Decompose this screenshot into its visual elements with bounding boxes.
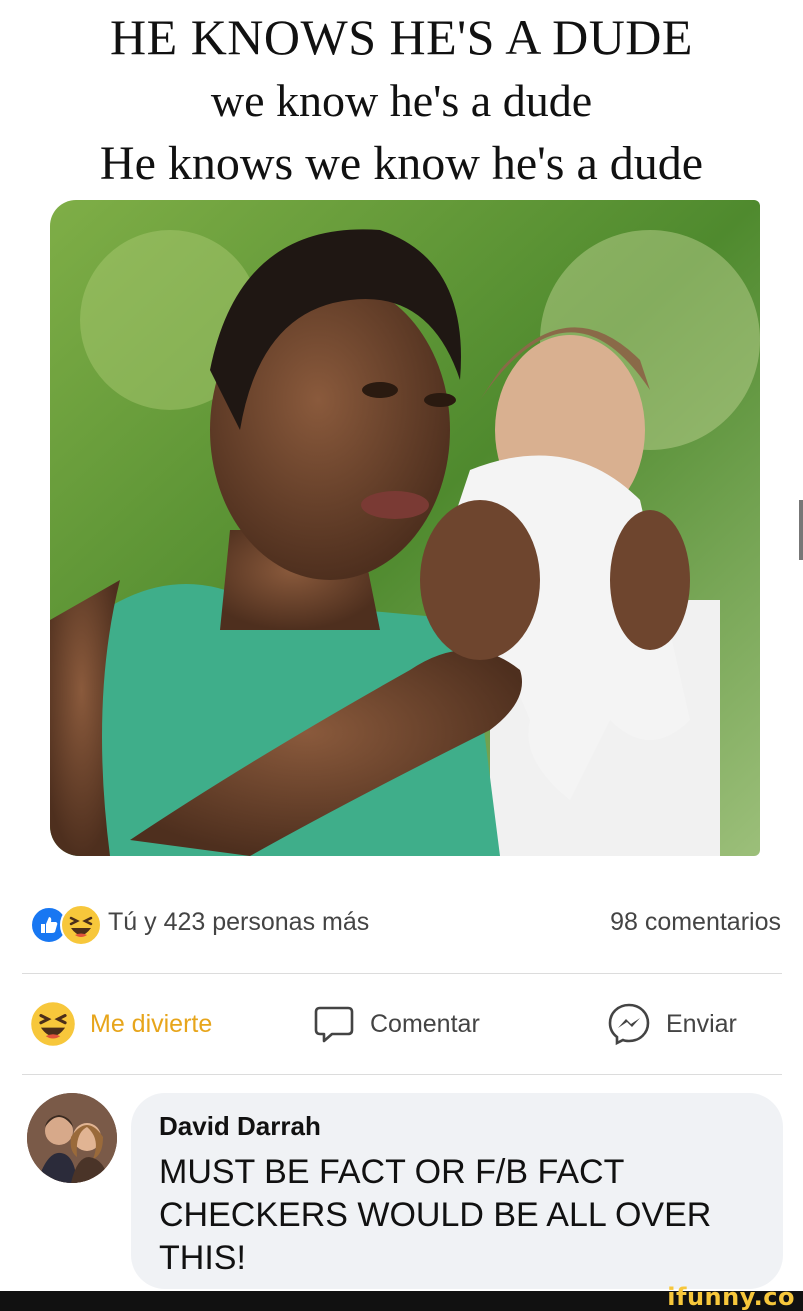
- avatar[interactable]: [27, 1093, 117, 1183]
- haha-reaction-label: Me divierte: [90, 1009, 213, 1038]
- meme-image[interactable]: HE KNOWS HE'S A DUDE we know he's a dude…: [0, 0, 803, 876]
- reactions-text[interactable]: Tú y 423 personas más: [108, 908, 369, 937]
- messenger-icon: [608, 1003, 650, 1046]
- haha-icon: [60, 904, 102, 946]
- meme-caption-line-1: HE KNOWS HE'S A DUDE: [110, 9, 693, 65]
- meme-caption-line-3: He knows we know he's a dude: [99, 137, 704, 190]
- send-label: Enviar: [666, 1009, 737, 1038]
- comment-icon: [314, 1006, 354, 1043]
- reactions-summary[interactable]: Tú y 423 personas más 98 comentarios: [0, 898, 803, 954]
- haha-reaction-button[interactable]: Me divierte: [30, 998, 212, 1050]
- comments-count[interactable]: 98 comentarios: [610, 908, 781, 937]
- meme-photo: [50, 200, 760, 856]
- comment-button[interactable]: Comentar: [312, 998, 480, 1050]
- divider: [22, 973, 782, 974]
- comment-text: MUST BE FACT OR F/B FACT CHECKERS WOULD …: [159, 1153, 712, 1277]
- comment-author[interactable]: David Darrah: [159, 1111, 321, 1142]
- meme-caption-line-2: we know he's a dude: [210, 75, 593, 126]
- post-actions: Me divierte Comentar Enviar: [0, 990, 803, 1060]
- comment-label: Comentar: [370, 1009, 480, 1038]
- scroll-indicator: [799, 500, 803, 560]
- divider: [22, 1074, 782, 1075]
- reaction-icons: [30, 902, 102, 946]
- send-button[interactable]: Enviar: [606, 998, 737, 1050]
- ifunny-watermark: ifunny.co: [667, 1283, 795, 1311]
- comment-item: David Darrah MUST BE FACT OR F/B FACT CH…: [0, 1090, 803, 1290]
- comment-bubble[interactable]: David Darrah MUST BE FACT OR F/B FACT CH…: [131, 1093, 783, 1289]
- haha-icon: [31, 1002, 75, 1046]
